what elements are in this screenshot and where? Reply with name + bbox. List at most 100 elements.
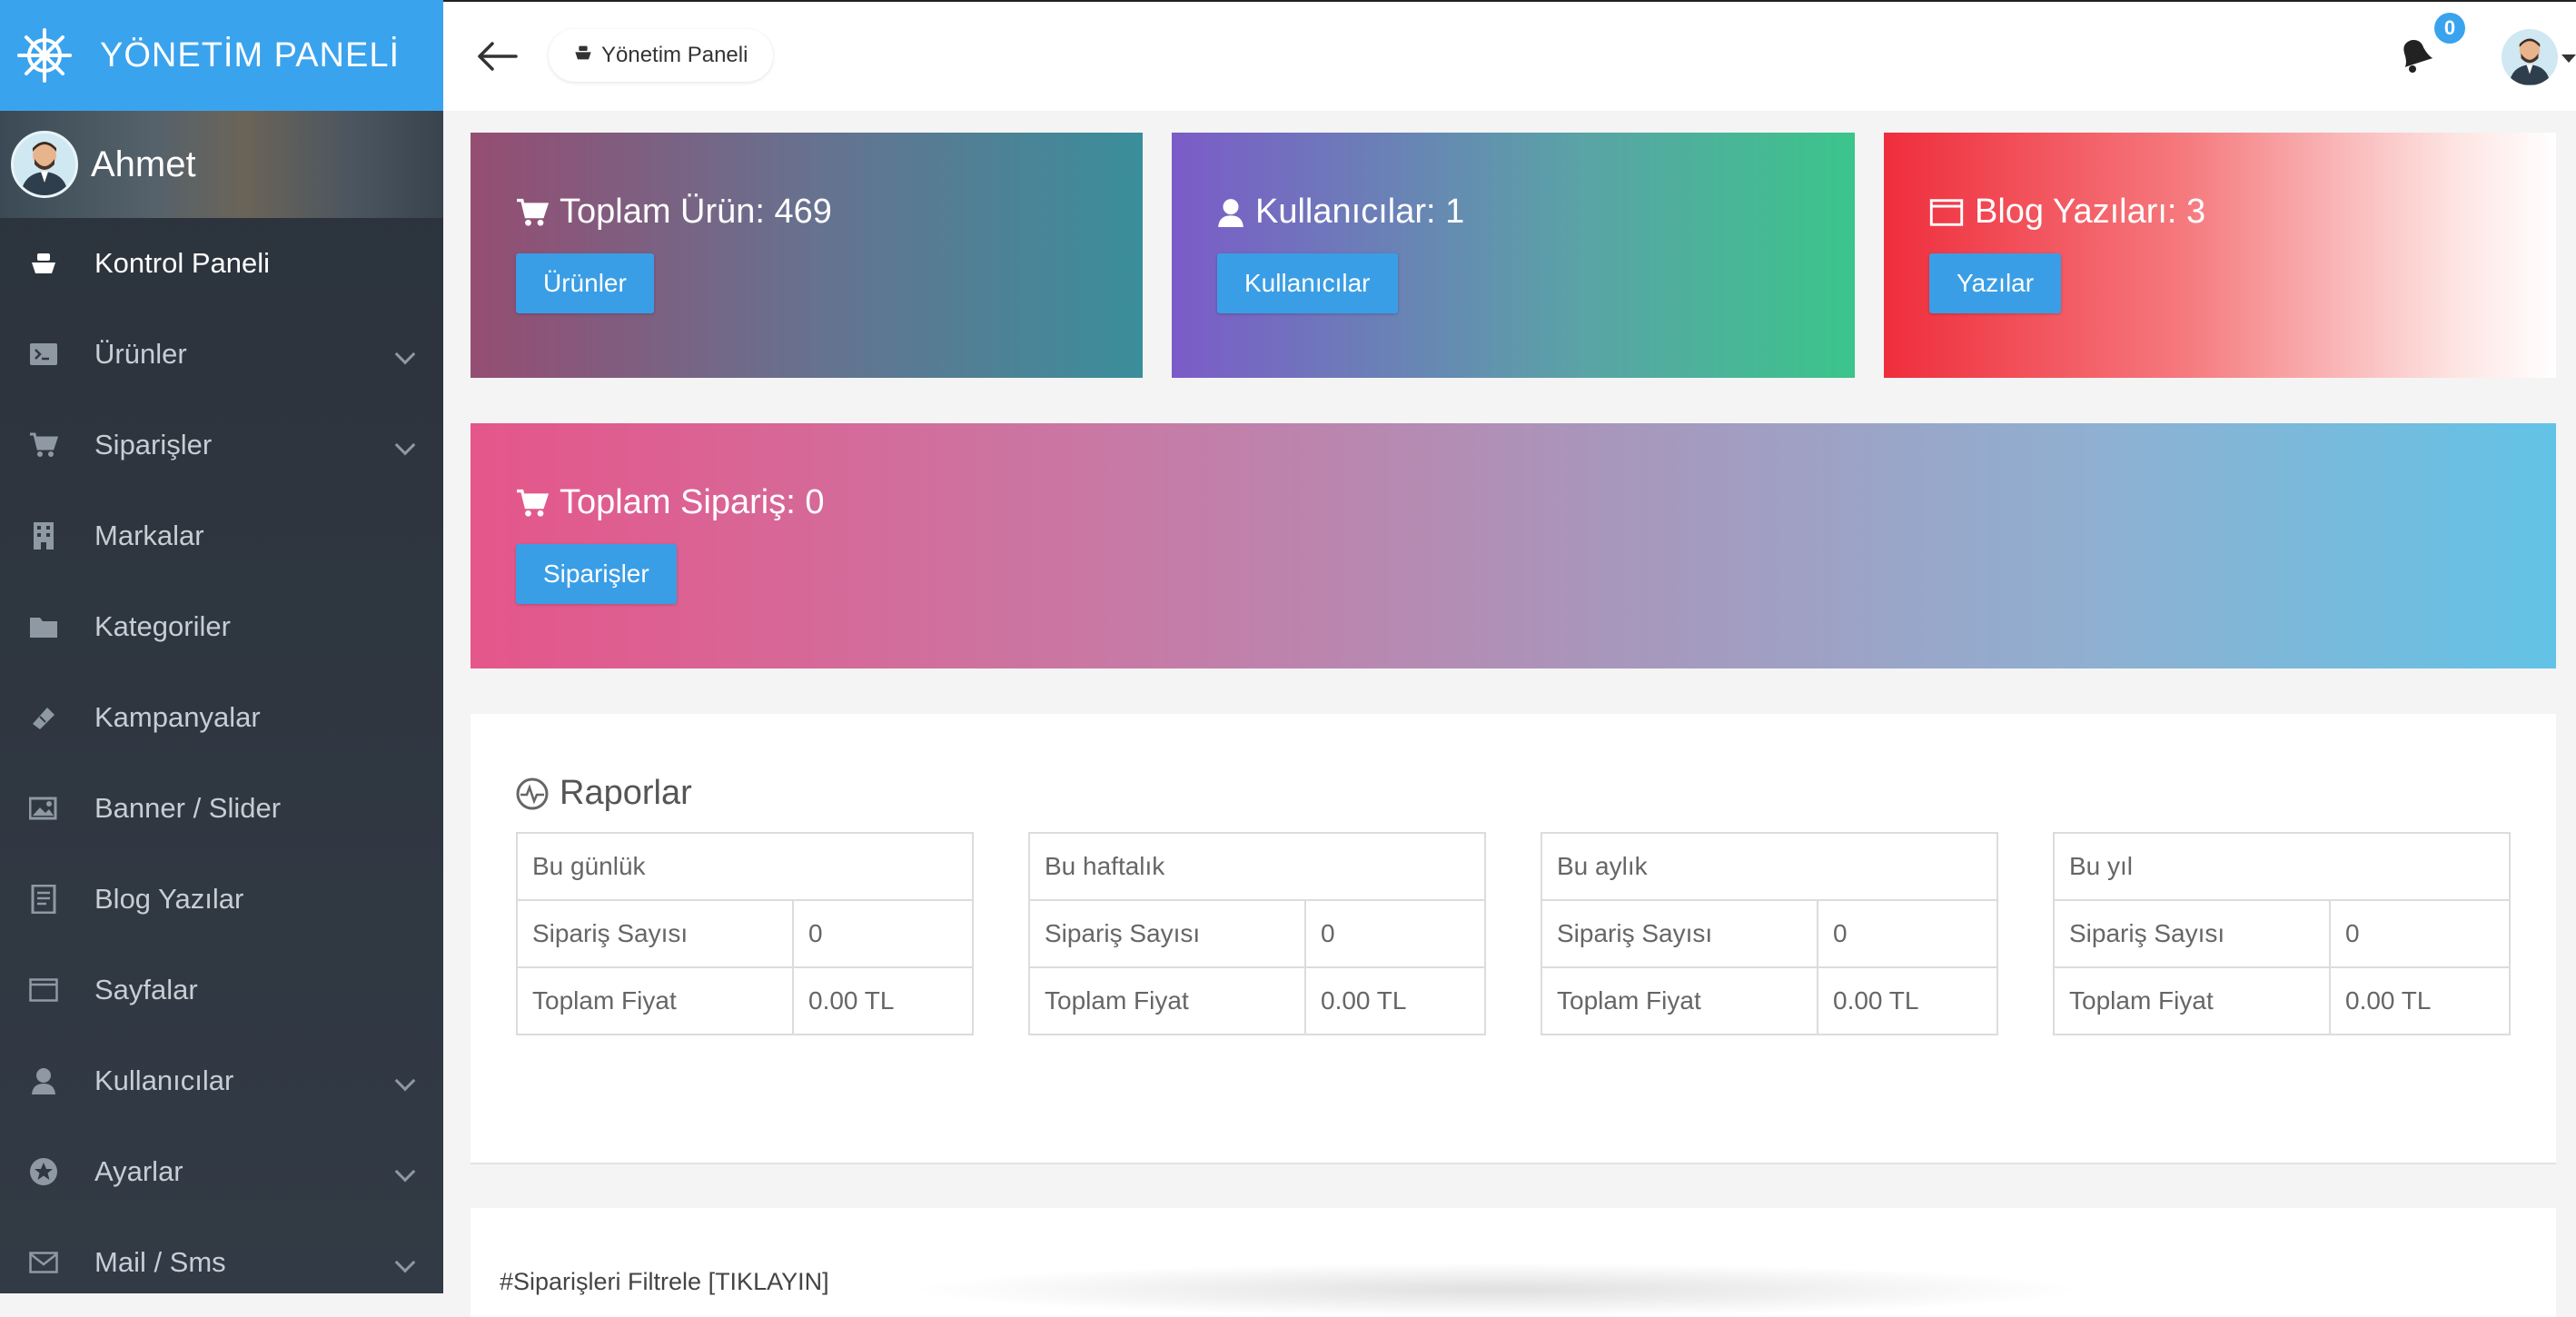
topbar: Yönetim Paneli 0 [443,0,2576,111]
sidebar-item-label: Ayarlar [94,1155,183,1187]
table-cell-value: 0.00 TL [792,966,974,1035]
report-period: Bu günlük [516,832,974,901]
sidebar-menu: Kontrol Paneli Ürünler Siparişler Markal… [0,218,443,1308]
users-button[interactable]: Kullanıcılar [1217,253,1398,313]
ship-icon [574,45,592,66]
sidebar-item-label: Kampanyalar [94,701,261,733]
avatar[interactable] [11,131,78,198]
sidebar-item-kontrol-paneli[interactable]: Kontrol Paneli [0,218,443,309]
table-cell-value: 0 [2329,899,2511,968]
table-cell-value: 0 [1817,899,1998,968]
brand-header[interactable]: YÖNETİM PANELİ [0,0,443,111]
table-cell-key: Toplam Fiyat [1541,966,1818,1035]
avatar-icon [21,142,68,195]
pulse-circle-icon [516,777,549,809]
table-cell-key: Toplam Fiyat [516,966,794,1035]
sidebar-item-siparisler[interactable]: Siparişler [0,400,443,490]
bell-icon[interactable] [2393,33,2436,76]
users-count: Kullanıcılar: 1 [1255,193,1465,231]
table-row: Toplam Fiyat 0.00 TL [516,966,974,1035]
document-icon [25,881,62,917]
users-card-title: Kullanıcılar: 1 [1217,193,1809,232]
report-table-yearly: Bu yıl Sipariş Sayısı 0 Toplam Fiyat 0.00 … [2053,832,2511,1035]
user-icon [1217,198,1244,227]
back-arrow-icon[interactable] [476,38,518,74]
shadow-decoration [907,1263,2087,1317]
sidebar-item-urunler[interactable]: Ürünler [0,309,443,400]
notification-badge: 0 [2434,13,2465,44]
user-avatar[interactable] [2502,29,2558,85]
reports-title: Raporlar [516,774,692,813]
window-icon [25,972,62,1008]
terminal-icon [25,336,62,372]
user-panel: Ahmet [0,111,443,218]
sidebar-item-sayfalar[interactable]: Sayfalar [0,945,443,1035]
sidebar-item-label: Kullanıcılar [94,1064,234,1096]
sidebar-item-kategoriler[interactable]: Kategoriler [0,581,443,672]
window-icon [1929,198,1964,226]
ship-wheel-icon [17,28,72,83]
orders-card: Toplam Sipariş: 0 Siparişler [471,423,2556,668]
table-cell-key: Sipariş Sayısı [516,899,794,968]
blog-count: Blog Yazıları: 3 [1975,193,2206,231]
order-filter-link[interactable]: #Siparişleri Filtrele [TIKLAYIN] [500,1268,829,1296]
table-cell-value: 0 [1304,899,1486,968]
breadcrumb[interactable]: Yönetim Paneli [549,29,774,82]
blog-button[interactable]: Yazılar [1929,253,2062,313]
table-row: Toplam Fiyat 0.00 TL [2053,966,2511,1035]
envelope-icon [25,1244,62,1281]
sidebar-item-markalar[interactable]: Markalar [0,490,443,581]
products-button[interactable]: Ürünler [516,253,654,313]
image-icon [25,790,62,827]
products-card: Toplam Ürün: 469 Ürünler [471,133,1143,378]
table-row: Sipariş Sayısı 0 [2053,899,2511,968]
table-cell-key: Toplam Fiyat [1028,966,1306,1035]
chevron-down-icon [394,343,416,365]
user-icon [25,1063,62,1099]
cart-icon [516,489,549,518]
table-cell-key: Sipariş Sayısı [1028,899,1306,968]
chevron-down-icon [394,1161,416,1183]
building-icon [25,518,62,554]
ship-icon [25,245,62,282]
products-card-title: Toplam Ürün: 469 [516,193,1097,232]
star-circle-icon [25,1154,62,1190]
sidebar-item-label: Kontrol Paneli [94,247,271,279]
table-row: Sipariş Sayısı 0 [1541,899,1998,968]
orders-button[interactable]: Siparişler [516,544,677,604]
report-table-monthly: Bu aylık Sipariş Sayısı 0 Toplam Fiyat 0.0… [1541,832,1998,1035]
cart-icon [516,198,549,227]
chevron-down-icon [394,1252,416,1273]
sidebar-item-label: Kategoriler [94,610,231,642]
blog-card-title: Blog Yazıları: 3 [1929,193,2511,232]
report-period: Bu haftalık [1028,832,1486,901]
ticket-icon [25,699,62,736]
reports-panel: Raporlar Bu günlük Sipariş Sayısı 0 Topla… [471,714,2556,1164]
sidebar-item-blog-yazilar[interactable]: Blog Yazılar [0,854,443,945]
table-row: Sipariş Sayısı 0 [1028,899,1486,968]
sidebar-item-label: Banner / Slider [94,792,282,824]
table-row: Sipariş Sayısı 0 [516,899,974,968]
dropdown-caret-icon[interactable] [2561,54,2576,63]
sidebar-item-kullanicilar[interactable]: Kullanıcılar [0,1035,443,1126]
sidebar-item-banner-slider[interactable]: Banner / Slider [0,763,443,854]
order-filter-panel: #Siparişleri Filtrele [TIKLAYIN] [471,1208,2556,1317]
sidebar-item-kampanyalar[interactable]: Kampanyalar [0,672,443,763]
blog-card: Blog Yazıları: 3 Yazılar [1884,133,2556,378]
breadcrumb-label: Yönetim Paneli [601,43,748,67]
table-row: Toplam Fiyat 0.00 TL [1541,966,1998,1035]
sidebar-item-label: Mail / Sms [94,1246,226,1278]
report-period: Bu yıl [2053,832,2511,901]
sidebar-item-ayarlar[interactable]: Ayarlar [0,1126,443,1217]
table-cell-key: Sipariş Sayısı [1541,899,1818,968]
table-cell-value: 0.00 TL [2329,966,2511,1035]
sidebar-item-mail-sms[interactable]: Mail / Sms [0,1217,443,1308]
report-period: Bu aylık [1541,832,1998,901]
sidebar: YÖNETİM PANELİ Ahmet Kontrol Paneli Ürün… [0,0,443,1293]
sidebar-item-label: Markalar [94,520,204,551]
reports-title-text: Raporlar [560,774,692,812]
table-cell-key: Sipariş Sayısı [2053,899,2331,968]
user-name: Ahmet [91,144,196,184]
table-cell-value: 0.00 TL [1304,966,1486,1035]
orders-card-title: Toplam Sipariş: 0 [516,483,2511,522]
